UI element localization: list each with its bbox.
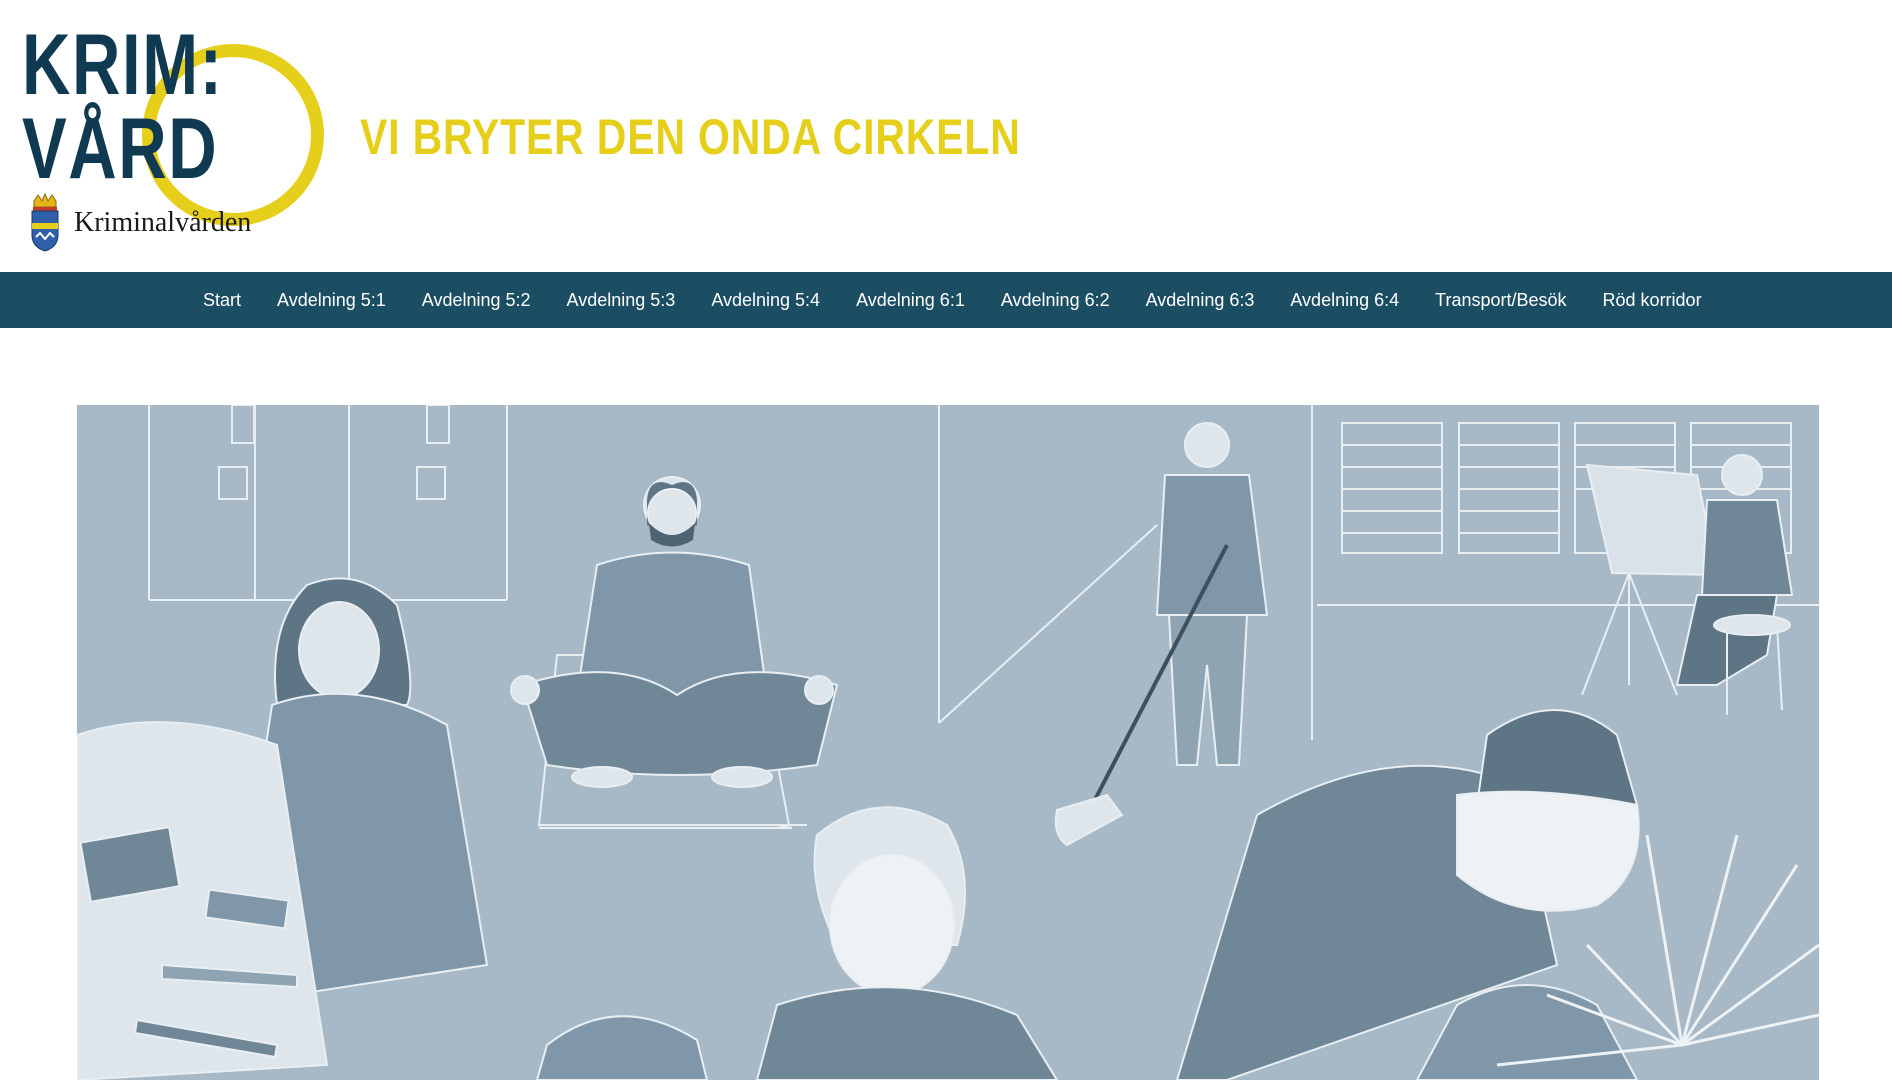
main-navigation: Start Avdelning 5:1 Avdelning 5:2 Avdeln… xyxy=(0,272,1892,328)
nav-item-start[interactable]: Start xyxy=(203,290,241,311)
nav-item-avdelning-5-2[interactable]: Avdelning 5:2 xyxy=(422,290,531,311)
nav-item-avdelning-5-4[interactable]: Avdelning 5:4 xyxy=(711,290,820,311)
logo-line-1: KRIM: xyxy=(22,17,224,113)
nav-item-avdelning-5-1[interactable]: Avdelning 5:1 xyxy=(277,290,386,311)
crest-icon xyxy=(31,193,59,252)
tagline: VI BRYTER DEN ONDA CIRKELN xyxy=(360,109,1021,165)
nav-item-avdelning-6-3[interactable]: Avdelning 6:3 xyxy=(1146,290,1255,311)
nav-item-transport-besok[interactable]: Transport/Besök xyxy=(1435,290,1566,311)
agency-brand: Kriminalvården xyxy=(28,190,251,256)
nav-item-avdelning-6-1[interactable]: Avdelning 6:1 xyxy=(856,290,965,311)
hero-illustration xyxy=(77,405,1819,1080)
nav-item-rod-korridor[interactable]: Röd korridor xyxy=(1603,290,1702,311)
nav-item-avdelning-6-4[interactable]: Avdelning 6:4 xyxy=(1290,290,1399,311)
krimvard-logo[interactable]: KRIM: VÅRD Kriminalvården xyxy=(22,14,324,256)
prison-activities-illustration xyxy=(77,405,1819,1080)
nav-item-avdelning-5-3[interactable]: Avdelning 5:3 xyxy=(567,290,676,311)
logo-line-2: VÅRD xyxy=(22,101,219,197)
site-header: KRIM: VÅRD Kriminalvården VI BRYTER DEN … xyxy=(0,0,1892,272)
nav-item-avdelning-6-2[interactable]: Avdelning 6:2 xyxy=(1001,290,1110,311)
agency-name: Kriminalvården xyxy=(74,207,252,238)
